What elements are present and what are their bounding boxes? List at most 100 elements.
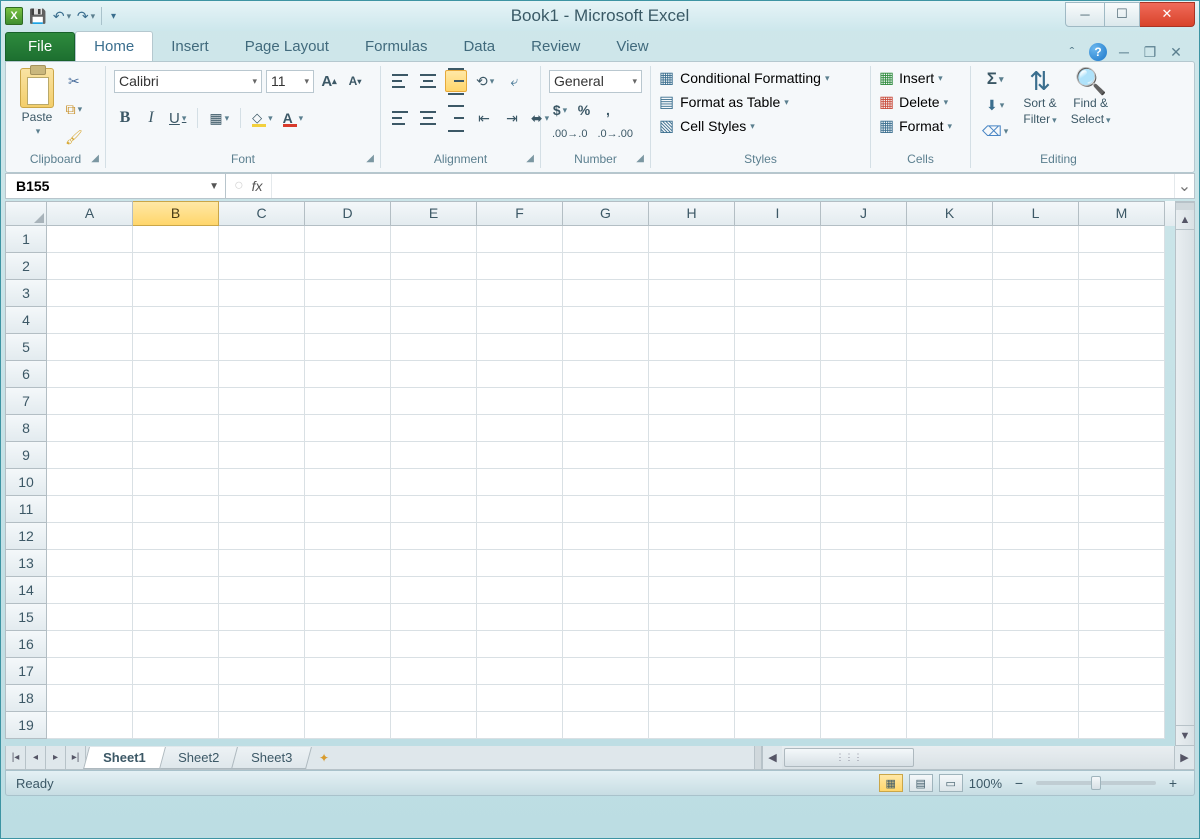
cell[interactable] [649, 307, 735, 334]
cell[interactable] [821, 523, 907, 550]
comma-icon[interactable]: , [597, 99, 619, 121]
row-header-17[interactable]: 17 [5, 658, 47, 685]
align-middle-icon[interactable] [417, 70, 439, 92]
column-header-K[interactable]: K [907, 201, 993, 226]
cell[interactable] [563, 658, 649, 685]
cell[interactable] [821, 334, 907, 361]
cell[interactable] [563, 226, 649, 253]
cell[interactable] [649, 280, 735, 307]
cell[interactable] [47, 334, 133, 361]
row-header-9[interactable]: 9 [5, 442, 47, 469]
zoom-in-icon[interactable]: + [1162, 772, 1184, 794]
cell[interactable] [907, 442, 993, 469]
cell[interactable] [477, 361, 563, 388]
cell[interactable] [477, 226, 563, 253]
page-break-view-icon[interactable]: ▭ [939, 774, 963, 792]
cell[interactable] [305, 280, 391, 307]
cell[interactable] [735, 442, 821, 469]
row-header-12[interactable]: 12 [5, 523, 47, 550]
row-header-4[interactable]: 4 [5, 307, 47, 334]
cell[interactable] [477, 253, 563, 280]
cell[interactable] [133, 415, 219, 442]
cell[interactable] [47, 712, 133, 739]
sheet-tab-sheet1[interactable]: Sheet1 [83, 747, 166, 769]
excel-logo-icon[interactable]: X [5, 7, 23, 25]
cell[interactable] [563, 577, 649, 604]
cell[interactable] [563, 307, 649, 334]
conditional-formatting-button[interactable]: ▦Conditional Formatting▾ [659, 68, 862, 88]
next-sheet-icon[interactable]: ▸ [46, 746, 66, 769]
cell[interactable] [993, 658, 1079, 685]
cell[interactable] [821, 280, 907, 307]
cell[interactable] [305, 550, 391, 577]
cell[interactable] [133, 307, 219, 334]
delete-cells-button[interactable]: ▦Delete▾ [879, 92, 962, 112]
cell[interactable] [563, 280, 649, 307]
cell[interactable] [305, 442, 391, 469]
cell[interactable] [477, 469, 563, 496]
cell[interactable] [305, 469, 391, 496]
cell[interactable] [1079, 631, 1165, 658]
cell[interactable] [1079, 550, 1165, 577]
cell[interactable] [993, 631, 1079, 658]
cell[interactable] [305, 307, 391, 334]
new-sheet-icon[interactable]: ✦ [307, 746, 341, 769]
cell[interactable] [907, 550, 993, 577]
cell[interactable] [907, 577, 993, 604]
cell[interactable] [391, 334, 477, 361]
row-header-15[interactable]: 15 [5, 604, 47, 631]
cell[interactable] [649, 604, 735, 631]
select-all-corner[interactable] [5, 201, 47, 226]
cell[interactable] [219, 604, 305, 631]
cell[interactable] [1079, 442, 1165, 469]
cell[interactable] [133, 496, 219, 523]
first-sheet-icon[interactable]: |◂ [6, 746, 26, 769]
cell[interactable] [563, 631, 649, 658]
cell[interactable] [305, 685, 391, 712]
cell[interactable] [47, 442, 133, 469]
v-split-handle[interactable] [1176, 202, 1194, 210]
cell[interactable] [735, 469, 821, 496]
cell[interactable] [735, 307, 821, 334]
cell[interactable] [821, 253, 907, 280]
horizontal-scrollbar[interactable]: ◀ ⋮⋮⋮ ▶ [754, 746, 1194, 769]
cell[interactable] [219, 415, 305, 442]
cell[interactable] [907, 361, 993, 388]
cell[interactable] [1079, 469, 1165, 496]
cell[interactable] [993, 307, 1079, 334]
cell[interactable] [133, 442, 219, 469]
cell[interactable] [563, 442, 649, 469]
cell[interactable] [219, 658, 305, 685]
column-header-F[interactable]: F [477, 201, 563, 226]
cell[interactable] [993, 253, 1079, 280]
cell[interactable] [391, 226, 477, 253]
font-launcher-icon[interactable]: ◢ [366, 153, 374, 164]
cell[interactable] [649, 415, 735, 442]
cell[interactable] [219, 577, 305, 604]
cell[interactable] [907, 388, 993, 415]
cell[interactable] [133, 361, 219, 388]
cell[interactable] [993, 496, 1079, 523]
column-header-C[interactable]: C [219, 201, 305, 226]
cell[interactable] [1079, 307, 1165, 334]
cell[interactable] [821, 658, 907, 685]
row-header-7[interactable]: 7 [5, 388, 47, 415]
cell[interactable] [47, 496, 133, 523]
cell[interactable] [219, 280, 305, 307]
cell[interactable] [47, 523, 133, 550]
cell[interactable] [821, 631, 907, 658]
cell[interactable] [907, 496, 993, 523]
column-header-L[interactable]: L [993, 201, 1079, 226]
cell[interactable] [47, 280, 133, 307]
zoom-slider[interactable] [1036, 781, 1156, 785]
row-header-10[interactable]: 10 [5, 469, 47, 496]
cell[interactable] [993, 577, 1079, 604]
cell[interactable] [219, 253, 305, 280]
column-header-E[interactable]: E [391, 201, 477, 226]
decrease-indent-icon[interactable]: ⇤ [473, 107, 495, 129]
cell[interactable] [649, 658, 735, 685]
cell[interactable] [735, 280, 821, 307]
cell[interactable] [391, 658, 477, 685]
cell[interactable] [133, 631, 219, 658]
cell[interactable] [993, 442, 1079, 469]
